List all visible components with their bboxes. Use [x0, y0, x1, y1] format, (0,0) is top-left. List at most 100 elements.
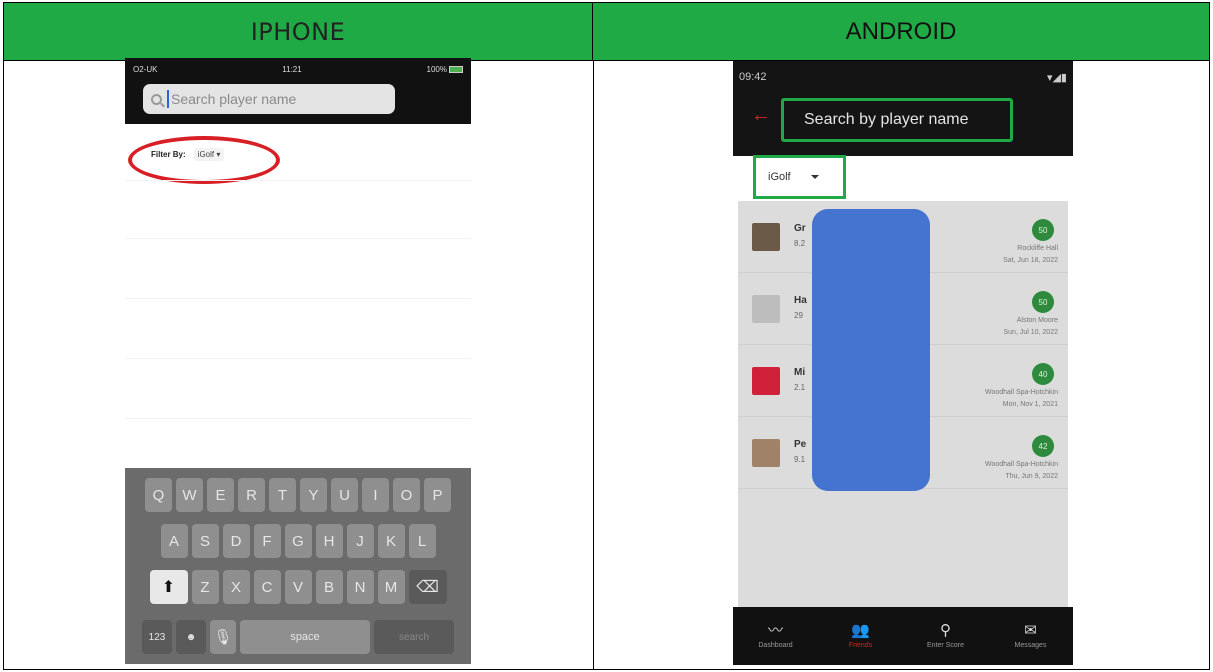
golf-pin-icon: ⚲ [940, 622, 951, 639]
key-j[interactable]: J [346, 524, 374, 558]
key-t[interactable]: T [269, 478, 296, 512]
key-o[interactable]: O [393, 478, 420, 512]
backspace-key[interactable]: ⌫ [408, 570, 447, 604]
round-date: Thu, Jun 9, 2022 [1005, 473, 1058, 480]
list-divider [125, 180, 471, 181]
key-a[interactable]: A [160, 524, 188, 558]
back-arrow-icon[interactable]: ← [751, 105, 771, 125]
signal-icon: ▾◢▮ [1046, 72, 1067, 84]
android-status-bar: 09:42 ▾◢▮ [739, 71, 1067, 84]
iphone-column-header: IPHONE [4, 3, 593, 61]
round-date: Sat, Jun 18, 2022 [1003, 257, 1058, 264]
key-h[interactable]: H [315, 524, 343, 558]
key-g[interactable]: G [284, 524, 312, 558]
player-handicap: 29 [794, 311, 803, 320]
ios-keyboard[interactable]: Q W E R T Y U I O P A S D F G H J K L ⬆ … [125, 468, 471, 664]
course-name: Rockliffe Hall [1017, 245, 1058, 252]
key-s[interactable]: S [191, 524, 219, 558]
key-c[interactable]: C [253, 570, 281, 604]
round-date: Sun, Jul 10, 2022 [1003, 329, 1059, 336]
nav-messages[interactable]: ✉ Messages [988, 607, 1073, 665]
avatar [752, 295, 780, 323]
key-u[interactable]: U [331, 478, 358, 512]
iphone-status-bar: O2-UK 11:21 100% [133, 62, 463, 76]
course-name: Woodhall Spa-Hotchkin [984, 461, 1058, 468]
key-b[interactable]: B [315, 570, 343, 604]
key-e[interactable]: E [207, 478, 234, 512]
key-z[interactable]: Z [191, 570, 219, 604]
search-icon [151, 93, 162, 105]
text-cursor [167, 90, 169, 108]
player-name: Mi [794, 367, 806, 378]
key-p[interactable]: P [424, 478, 451, 512]
iphone-screenshot: O2-UK 11:21 100% Search player name Filt… [125, 58, 471, 664]
keyboard-row-4: 123 ☻ 🎙 space search [125, 620, 471, 654]
key-d[interactable]: D [222, 524, 250, 558]
android-search-input[interactable]: Search by player name [781, 98, 1013, 142]
space-key[interactable]: space [240, 620, 370, 654]
bottom-navigation: 〰 Dashboard 👥 Friends ⚲ Enter Score ✉ Me… [733, 607, 1073, 665]
key-q[interactable]: Q [145, 478, 172, 512]
player-name: Pe [794, 439, 807, 450]
keyboard-row-2: A S D F G H J K L [125, 524, 471, 558]
course-name: Woodhall Spa-Hotchkin [984, 389, 1058, 396]
key-f[interactable]: F [253, 524, 281, 558]
player-handicap: 9.1 [794, 455, 806, 464]
android-column-header: ANDROID [593, 3, 1209, 61]
numbers-key[interactable]: 123 [142, 620, 172, 654]
list-divider [125, 418, 471, 419]
emoji-key[interactable]: ☻ [176, 620, 206, 654]
carrier-label: O2-UK [133, 64, 158, 74]
player-handicap: 2.1 [794, 383, 806, 392]
chart-icon: 〰 [767, 622, 783, 639]
score-badge: 50 [1032, 291, 1054, 313]
nav-dashboard[interactable]: 〰 Dashboard [733, 607, 818, 665]
iphone-header-bar: O2-UK 11:21 100% Search player name [125, 58, 471, 124]
list-divider [125, 358, 471, 359]
column-divider [593, 61, 594, 669]
key-m[interactable]: M [377, 570, 405, 604]
player-handicap: 8.2 [794, 239, 806, 248]
shift-key[interactable]: ⬆ [149, 570, 188, 604]
key-r[interactable]: R [238, 478, 265, 512]
shift-icon: ⬆ [161, 579, 176, 596]
filter-value: iGolf [768, 171, 791, 183]
clock-label: 09:42 [739, 71, 767, 83]
android-screenshot: 09:42 ▾◢▮ ← Search by player name iGolf … [733, 61, 1073, 665]
key-i[interactable]: I [362, 478, 389, 512]
nav-friends[interactable]: 👥 Friends [818, 607, 903, 665]
search-placeholder: Search player name [171, 91, 297, 107]
dictation-key[interactable]: 🎙 [210, 620, 236, 654]
highlight-circle [128, 136, 280, 184]
caret-down-icon [810, 175, 819, 179]
redaction-block [812, 209, 930, 491]
key-w[interactable]: W [176, 478, 203, 512]
key-n[interactable]: N [346, 570, 374, 604]
key-k[interactable]: K [377, 524, 405, 558]
avatar [752, 367, 780, 395]
list-divider [125, 298, 471, 299]
score-badge: 42 [1032, 435, 1054, 457]
microphone-icon: 🎙 [213, 629, 233, 646]
keyboard-row-3: ⬆ Z X C V B N M ⌫ [125, 570, 471, 604]
score-badge: 40 [1032, 363, 1054, 385]
iphone-search-input[interactable]: Search player name [143, 84, 395, 114]
key-x[interactable]: X [222, 570, 250, 604]
envelope-icon: ✉ [1024, 622, 1037, 639]
round-date: Mon, Nov 1, 2021 [1002, 401, 1058, 408]
avatar [752, 439, 780, 467]
android-header-bar: 09:42 ▾◢▮ ← Search by player name [733, 61, 1073, 156]
nav-label: Enter Score [927, 642, 964, 649]
score-badge: 50 [1032, 219, 1054, 241]
nav-label: Dashboard [758, 642, 793, 649]
nav-enter-score[interactable]: ⚲ Enter Score [903, 607, 988, 665]
key-l[interactable]: L [408, 524, 436, 558]
keyboard-row-1: Q W E R T Y U I O P [125, 478, 471, 512]
emoji-icon: ☻ [185, 631, 197, 643]
list-divider [125, 238, 471, 239]
android-filter-dropdown[interactable]: iGolf [753, 155, 846, 199]
search-key[interactable]: search [374, 620, 454, 654]
key-y[interactable]: Y [300, 478, 327, 512]
player-name: Gr [794, 223, 806, 234]
key-v[interactable]: V [284, 570, 312, 604]
